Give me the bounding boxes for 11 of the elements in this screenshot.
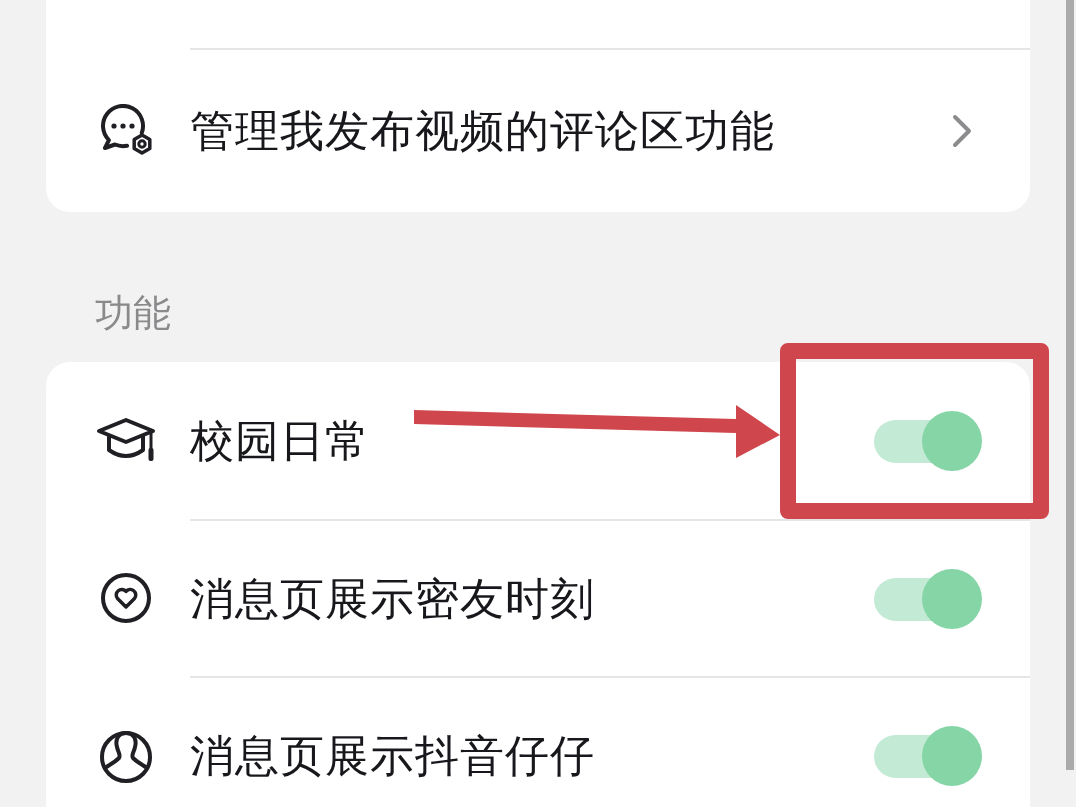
row-label: 校园日常 (190, 413, 370, 468)
section-title: 功能 (94, 290, 172, 337)
heart-circle-icon (100, 571, 152, 624)
toggle-switch[interactable] (874, 410, 982, 471)
row-label: 消息页展示抖音仔仔 (190, 728, 595, 783)
chevron-right-icon[interactable] (952, 114, 972, 148)
toggle-switch[interactable] (874, 568, 982, 629)
chat-bubble-icon (99, 104, 153, 156)
row-label: 消息页展示密友时刻 (190, 571, 595, 626)
toggle-switch[interactable] (874, 725, 982, 786)
row-label: 管理我发布视频的评论区功能 (190, 104, 775, 158)
